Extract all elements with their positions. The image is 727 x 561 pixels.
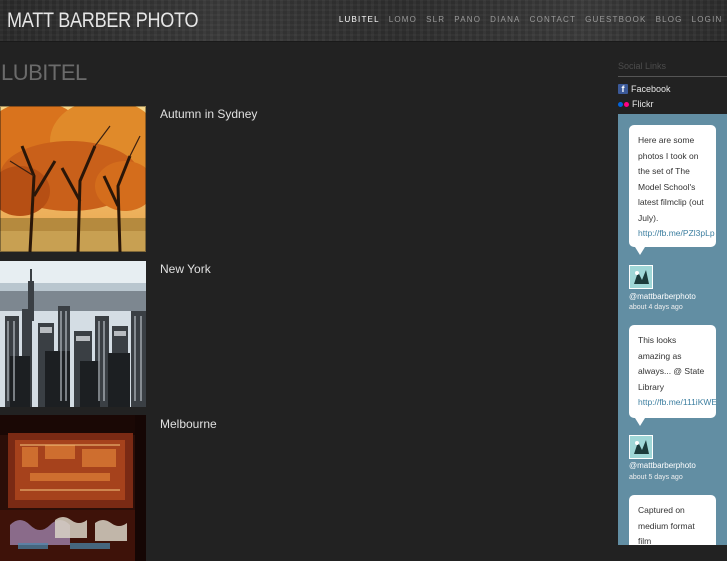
tweet-text-line: always... @ State xyxy=(638,366,705,376)
tweet-text-line: Here are some xyxy=(638,135,695,145)
new-york-skyline-photo[interactable] xyxy=(0,261,146,407)
tweet-text-line: medium format xyxy=(638,520,695,531)
post-title-new-york[interactable]: New York xyxy=(160,262,211,276)
tweet-timestamp[interactable]: about 4 days ago xyxy=(629,304,683,311)
tweet-link[interactable]: http://fb.me/111iKWE xyxy=(638,395,716,411)
tweet-text-line: Library xyxy=(638,381,664,392)
tweet-timestamp[interactable]: about 5 days ago xyxy=(629,474,683,481)
nav-item-pano[interactable]: PANO xyxy=(450,15,486,24)
tweet-link[interactable]: http://fb.me/PZl3pLp xyxy=(638,226,716,242)
tweet-text-line: photos I took on xyxy=(638,150,699,161)
tweet-text-line: the set of The xyxy=(638,166,690,176)
avatar[interactable] xyxy=(629,265,653,289)
main-nav: LUBITEL LOMO SLR PANO DIANA CONTACT GUES… xyxy=(334,15,727,24)
post-title-autumn[interactable]: Autumn in Sydney xyxy=(160,107,257,121)
nav-item-lubitel[interactable]: LUBITEL xyxy=(334,15,384,24)
tweet-bubble: This looks amazing as always... @ State … xyxy=(629,325,716,418)
nav-item-slr[interactable]: SLR xyxy=(422,15,450,24)
nav-item-guestbook[interactable]: GUESTBOOK xyxy=(581,15,651,24)
nav-item-lomo[interactable]: LOMO xyxy=(384,15,421,24)
avatar-image xyxy=(630,266,652,288)
autumn-trees-photo[interactable] xyxy=(0,106,146,252)
tweet-text-line: July). xyxy=(638,212,659,223)
tweet-text-line: amazing as xyxy=(638,350,682,361)
avatar-image xyxy=(630,436,652,458)
tweet-text-line: This looks xyxy=(638,335,677,345)
tweet-text-line: film xyxy=(638,536,652,545)
social-links-heading: Social Links xyxy=(618,61,727,77)
tweet-bubble: Captured on medium format film xyxy=(629,495,716,545)
tweet-text-line: latest filmclip (out xyxy=(638,197,704,207)
tweet-bubble-tail xyxy=(635,418,645,426)
tweet-text-line: Model School's xyxy=(638,181,696,192)
post-title-melbourne[interactable]: Melbourne xyxy=(160,417,217,431)
facebook-link[interactable]: f Facebook xyxy=(618,84,671,94)
nav-item-contact[interactable]: CONTACT xyxy=(525,15,580,24)
flickr-icon xyxy=(618,101,629,107)
tweet-username[interactable]: @mattbarberphoto xyxy=(629,292,696,301)
nav-item-login[interactable]: LOGIN xyxy=(687,15,727,24)
flickr-link-label: Flickr xyxy=(632,99,654,109)
nav-item-diana[interactable]: DIANA xyxy=(486,15,525,24)
nav-item-blog[interactable]: BLOG xyxy=(651,15,687,24)
flickr-link[interactable]: Flickr xyxy=(618,99,654,109)
melbourne-graffiti-photo[interactable] xyxy=(0,415,146,561)
page-title: LUBITEL xyxy=(1,60,87,85)
site-logo[interactable]: MATT BARBER PHOTO xyxy=(7,9,199,33)
tweet-bubble: Here are some photos I took on the set o… xyxy=(629,125,716,247)
tweet-bubble-tail xyxy=(635,247,645,255)
facebook-link-label: Facebook xyxy=(631,84,671,94)
facebook-icon: f xyxy=(618,84,628,94)
twitter-feed: Here are some photos I took on the set o… xyxy=(618,114,727,545)
site-header: MATT BARBER PHOTO LUBITEL LOMO SLR PANO … xyxy=(0,0,727,42)
tweet-text-line: Captured on xyxy=(638,505,685,515)
tweet-username[interactable]: @mattbarberphoto xyxy=(629,461,696,470)
avatar[interactable] xyxy=(629,435,653,459)
